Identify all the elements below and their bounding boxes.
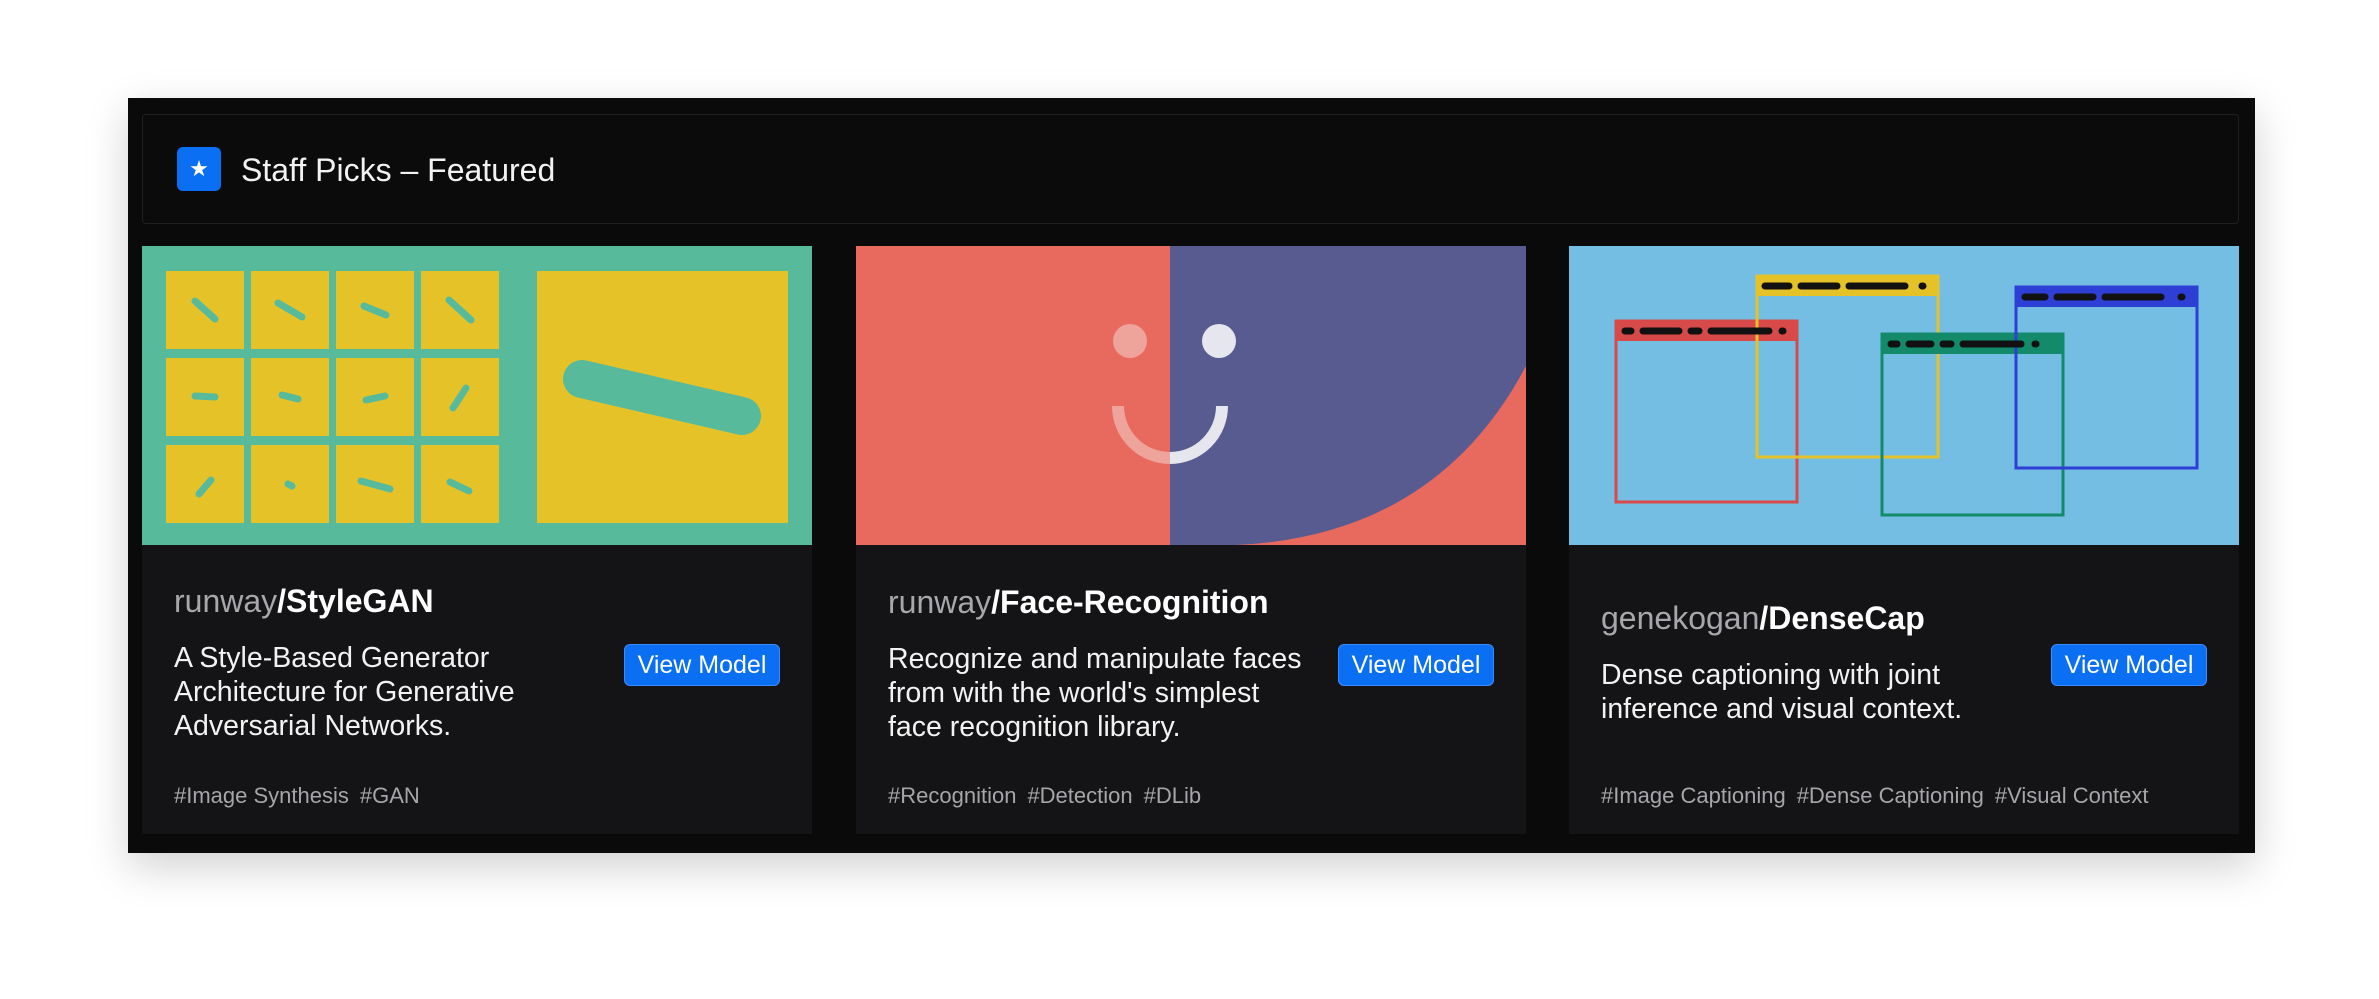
face-recognition-thumbnail [856, 246, 1526, 545]
card-body: genekogan/DenseCap Dense captioning with… [1569, 545, 2239, 834]
tag[interactable]: #Detection [1027, 783, 1132, 809]
model-owner[interactable]: runway [174, 583, 277, 619]
densecap-thumbnail [1569, 246, 2239, 545]
model-owner[interactable]: genekogan [1601, 600, 1759, 636]
section-title: Staff Picks – Featured [241, 152, 556, 188]
tag[interactable]: #GAN [360, 783, 420, 809]
card-body: runway/StyleGAN A Style-Based Generator … [142, 545, 812, 834]
model-owner[interactable]: runway [888, 584, 991, 620]
tag[interactable]: #Image Synthesis [174, 783, 349, 809]
section-header: ★ Staff Picks – Featured [142, 114, 2239, 224]
stylegan-thumbnail [142, 246, 812, 545]
tag[interactable]: #Recognition [888, 783, 1016, 809]
staff-picks-panel: ★ Staff Picks – Featured runway/StyleGAN… [128, 98, 2255, 853]
view-model-button[interactable]: View Model [2051, 644, 2207, 686]
model-repo[interactable]: /Face-Recognition [991, 584, 1268, 620]
model-name: runway/StyleGAN [174, 582, 434, 620]
card-body: runway/Face-Recognition Recognize and ma… [856, 545, 1526, 834]
model-card-stylegan[interactable]: runway/StyleGAN A Style-Based Generator … [142, 246, 812, 834]
star-icon: ★ [177, 147, 221, 191]
view-model-button[interactable]: View Model [624, 644, 780, 686]
model-repo[interactable]: /DenseCap [1759, 600, 1924, 636]
tag-list: #Image Captioning #Dense Captioning #Vis… [1601, 783, 2149, 809]
model-card-densecap[interactable]: genekogan/DenseCap Dense captioning with… [1569, 246, 2239, 834]
tag[interactable]: #DLib [1144, 783, 1201, 809]
tag[interactable]: #Dense Captioning [1797, 783, 1984, 809]
tag[interactable]: #Visual Context [1995, 783, 2149, 809]
tag-list: #Image Synthesis #GAN [174, 783, 420, 809]
model-description: A Style-Based Generator Architecture for… [174, 642, 515, 742]
view-model-button[interactable]: View Model [1338, 644, 1494, 686]
model-card-face-recognition[interactable]: runway/Face-Recognition Recognize and ma… [856, 246, 1526, 834]
model-name: genekogan/DenseCap [1601, 599, 1925, 637]
model-repo[interactable]: /StyleGAN [277, 583, 433, 619]
tag-list: #Recognition #Detection #DLib [888, 783, 1201, 809]
model-description: Recognize and manipulate faces from with… [888, 643, 1302, 743]
model-description: Dense captioning with joint inference an… [1601, 659, 1963, 725]
tag[interactable]: #Image Captioning [1601, 783, 1786, 809]
model-name: runway/Face-Recognition [888, 583, 1269, 621]
